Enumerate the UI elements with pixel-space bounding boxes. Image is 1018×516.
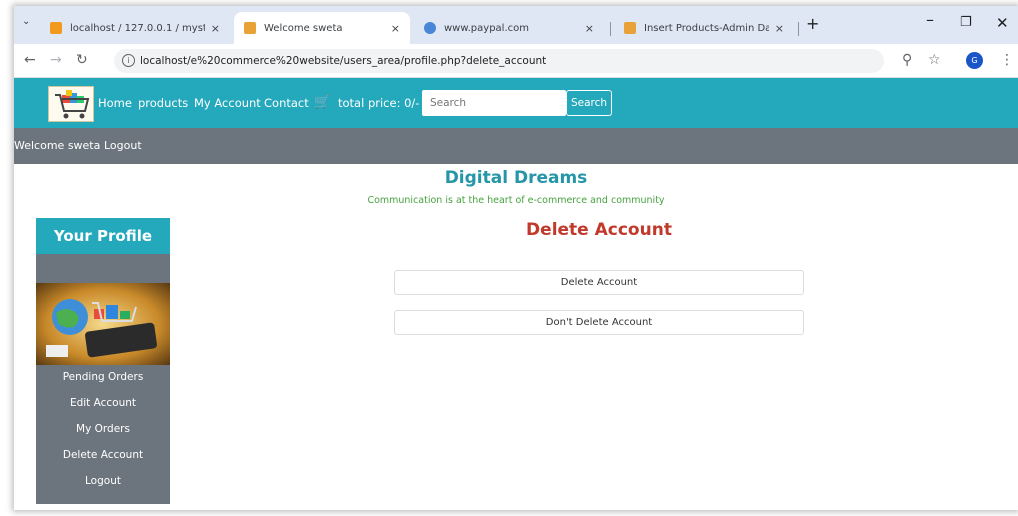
close-icon[interactable]: × [391,22,400,35]
total-price: total price: 0/- [338,96,420,110]
reload-icon[interactable]: ↻ [76,52,88,68]
sidebar-item-edit-account[interactable]: Edit Account [36,397,170,409]
dont-delete-account-button[interactable]: Don't Delete Account [394,310,804,335]
browser-menu-icon[interactable]: ⋮ [1000,52,1014,68]
back-arrow-icon[interactable]: ← [24,52,36,68]
cart-logo[interactable] [48,86,94,122]
search-button[interactable]: Search [566,90,612,116]
sidebar-item-logout[interactable]: Logout [36,475,170,487]
tab-admin-dashboard[interactable]: Insert Products-Admin Dashbo × [614,12,794,44]
tab-phpmyadmin[interactable]: localhost / 127.0.0.1 / mystore × [40,12,230,44]
close-icon[interactable]: × [585,22,594,35]
sidebar-item-pending-orders[interactable]: Pending Orders [36,371,170,383]
shopping-cart-logo-icon [55,90,90,119]
site-favicon-icon [624,22,636,34]
restore-icon[interactable]: ❐ [960,15,972,30]
logout-link[interactable]: Logout [104,139,142,152]
delete-account-button[interactable]: Delete Account [394,270,804,295]
address-bar-row: ← → ↻ i localhost/e%20commerce%20website… [14,44,1018,78]
new-tab-button[interactable]: + [806,14,819,33]
page-title: Delete Account [526,220,672,240]
browser-window: ⌄ localhost / 127.0.0.1 / mystore × Welc… [14,6,1018,510]
cart-icon[interactable]: 🛒 [314,95,330,110]
user-bar [14,128,1018,164]
nav-my-account-link[interactable]: My Account [194,96,261,110]
tab-paypal[interactable]: www.paypal.com × [414,12,604,44]
forward-arrow-icon[interactable]: → [50,52,62,68]
site-title: Digital Dreams [444,168,588,188]
search-input[interactable] [422,90,566,116]
tab-separator [798,22,799,36]
zoom-search-icon[interactable]: ⚲ [902,52,912,68]
tab-search-chevron-icon[interactable]: ⌄ [22,16,30,27]
minimize-icon[interactable]: – [926,10,934,29]
tab-welcome[interactable]: Welcome sweta × [234,12,410,44]
window-close-icon[interactable]: ✕ [996,14,1009,32]
tab-strip: ⌄ localhost / 127.0.0.1 / mystore × Welc… [14,6,1018,44]
sidebar-item-my-orders[interactable]: My Orders [36,423,170,435]
welcome-text: Welcome sweta [14,139,101,152]
bookmark-star-icon[interactable]: ☆ [928,52,941,68]
sidebar-heading: Your Profile [36,218,170,254]
close-icon[interactable]: × [211,22,220,35]
nav-home-link[interactable]: Home [98,96,132,110]
nav-contact-link[interactable]: Contact [264,96,309,110]
globe-favicon-icon [424,22,436,34]
site-favicon-icon [244,22,256,34]
sidebar-item-delete-account[interactable]: Delete Account [36,449,170,461]
profile-avatar[interactable]: G [966,52,983,69]
site-tagline: Communication is at the heart of e-comme… [367,195,665,206]
ecommerce-illustration-icon [36,283,170,365]
url-text: localhost/e%20commerce%20website/users_a… [140,55,547,67]
phpmyadmin-favicon-icon [50,22,62,34]
nav-products-link[interactable]: products [138,96,188,110]
profile-image [36,283,170,365]
url-field[interactable]: i localhost/e%20commerce%20website/users… [114,49,884,73]
tab-separator [610,22,611,36]
close-icon[interactable]: × [775,22,784,35]
info-icon[interactable]: i [122,54,135,67]
